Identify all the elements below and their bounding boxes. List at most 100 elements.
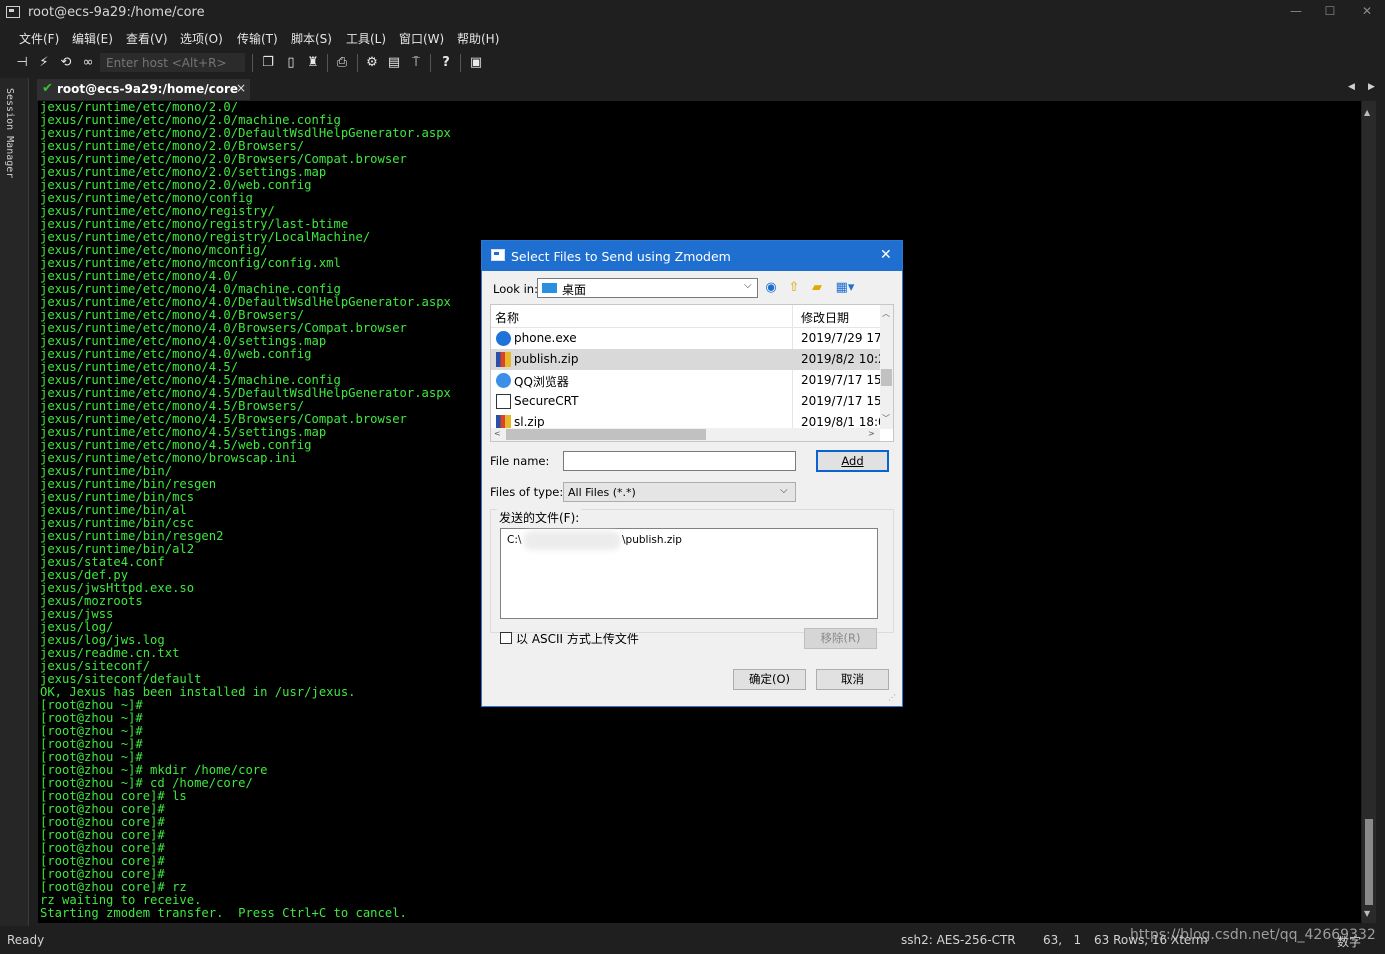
- zmodem-send-dialog: Select Files to Send using Zmodem ✕ Look…: [481, 240, 903, 707]
- file-list[interactable]: 名称 ⌃ 修改日期 phone.exe 2019/7/29 17: publis…: [490, 304, 894, 442]
- keymap-icon[interactable]: ▤: [386, 55, 402, 71]
- link-icon[interactable]: ∞: [80, 55, 96, 71]
- connected-check-icon: ✔: [42, 81, 53, 96]
- file-date: 2019/7/29 17:: [801, 331, 886, 345]
- menu-window[interactable]: 窗口(W): [399, 30, 444, 47]
- file-date: 2019/8/2 10:2: [801, 352, 886, 366]
- tab-label: root@ecs-9a29:/home/core: [57, 82, 239, 96]
- file-type-value: All Files (*.*): [568, 486, 636, 499]
- file-name: phone.exe: [514, 331, 577, 345]
- menu-bar: 文件(F) 编辑(E) 查看(V) 选项(O) 传输(T) 脚本(S) 工具(L…: [0, 26, 1385, 50]
- file-row-phone-exe[interactable]: phone.exe 2019/7/29 17:: [491, 328, 886, 349]
- file-name-input[interactable]: [563, 451, 796, 471]
- title-bar: root@ecs-9a29:/home/core — ☐ ✕: [0, 0, 1385, 26]
- find-icon[interactable]: ♜: [305, 55, 321, 71]
- scroll-up-icon[interactable]: ▲: [1364, 108, 1370, 117]
- toolbar-separator: [327, 54, 328, 72]
- scroll-down-icon[interactable]: ﹀: [882, 413, 890, 424]
- add-button[interactable]: Add: [816, 450, 889, 472]
- chevron-down-icon: ⌵: [780, 485, 788, 496]
- securecrt-icon: [496, 394, 511, 409]
- dialog-title: Select Files to Send using Zmodem: [511, 249, 731, 264]
- tab-scroll-right-icon[interactable]: ▶: [1368, 82, 1375, 92]
- file-date: 2019/7/17 15:: [801, 394, 886, 408]
- scroll-up-icon[interactable]: ︿: [882, 308, 890, 319]
- securecrt-app-icon: [6, 6, 20, 18]
- lightning-icon[interactable]: ⚡: [36, 55, 52, 71]
- desktop-folder-icon: [542, 283, 557, 293]
- send-path-prefix: C:\: [507, 534, 522, 546]
- tab-close-icon[interactable]: ×: [236, 81, 246, 95]
- ok-button[interactable]: 确定(O): [733, 669, 806, 690]
- scrollbar-thumb[interactable]: [1365, 819, 1373, 905]
- file-name: sl.zip: [514, 415, 545, 429]
- file-row-securecrt[interactable]: SecureCRT 2019/7/17 15:: [491, 391, 886, 412]
- file-list-vscrollbar[interactable]: ︿ ﹀: [880, 305, 893, 429]
- file-type-select[interactable]: All Files (*.*) ⌵: [563, 482, 796, 502]
- scrollbar-thumb[interactable]: [881, 369, 892, 386]
- terminal-scrollbar[interactable]: ▲ ▼: [1362, 101, 1376, 923]
- status-ready: Ready: [7, 933, 45, 947]
- remove-button[interactable]: 移除(R): [804, 628, 877, 649]
- reconnect-icon[interactable]: ⟲: [58, 55, 74, 71]
- file-date: 2019/8/1 18:0: [801, 415, 886, 429]
- status-cipher: ssh2: AES-256-CTR: [901, 933, 1016, 947]
- window-title: root@ecs-9a29:/home/core: [28, 5, 205, 20]
- file-row-publish-zip[interactable]: publish.zip 2019/8/2 10:2: [491, 349, 886, 370]
- cancel-button[interactable]: 取消: [816, 669, 889, 690]
- back-icon[interactable]: ◉: [762, 279, 780, 297]
- menu-edit[interactable]: 编辑(E): [72, 30, 113, 47]
- menu-tools[interactable]: 工具(L): [346, 30, 386, 47]
- column-date[interactable]: 修改日期: [801, 309, 849, 326]
- look-in-value: 桌面: [562, 283, 587, 297]
- sftp-icon[interactable]: ⍑: [408, 55, 424, 71]
- session-manager-label: Session Manager: [4, 88, 15, 179]
- close-button[interactable]: ✕: [1357, 4, 1377, 18]
- menu-help[interactable]: 帮助(H): [457, 30, 499, 47]
- ascii-upload-checkbox[interactable]: [500, 632, 512, 644]
- scroll-left-icon[interactable]: <: [494, 429, 501, 438]
- files-to-send-label: 发送的文件(F):: [497, 509, 582, 526]
- ascii-upload-label: 以 ASCII 方式上传文件: [516, 632, 639, 646]
- tab-scroll-left-icon[interactable]: ◀: [1348, 82, 1355, 92]
- print-icon[interactable]: ⎙: [334, 55, 350, 71]
- menu-view[interactable]: 查看(V): [126, 30, 168, 47]
- scroll-right-icon[interactable]: >: [868, 429, 875, 438]
- toolbar-separator: [460, 54, 461, 72]
- settings-icon[interactable]: ⚙: [364, 55, 380, 71]
- menu-transfer[interactable]: 传输(T): [237, 30, 278, 47]
- screen-icon[interactable]: ▣: [468, 55, 484, 71]
- menu-file[interactable]: 文件(F): [19, 30, 59, 47]
- column-name[interactable]: 名称: [495, 309, 519, 326]
- file-list-hscrollbar[interactable]: < >: [491, 428, 880, 441]
- enter-host-input[interactable]: [100, 53, 245, 72]
- status-cursor: 63, 1: [1043, 933, 1082, 947]
- copy-icon[interactable]: ❐: [260, 55, 276, 71]
- new-folder-icon[interactable]: ▰: [808, 279, 826, 297]
- session-manager-panel[interactable]: Session Manager: [0, 78, 29, 926]
- help-icon[interactable]: ?: [438, 55, 454, 71]
- menu-options[interactable]: 选项(O): [180, 30, 223, 47]
- view-menu-icon[interactable]: ▦▾: [832, 279, 858, 297]
- look-in-select[interactable]: 桌面 ⌵: [537, 278, 758, 298]
- dialog-title-bar: Select Files to Send using Zmodem ✕: [482, 241, 902, 271]
- file-row-qq-browser[interactable]: QQ浏览器 2019/7/17 15:: [491, 370, 886, 391]
- tab-session[interactable]: ✔ root@ecs-9a29:/home/core ×: [37, 79, 250, 100]
- files-to-send-list[interactable]: C:\ \publish.zip: [500, 528, 878, 619]
- connect-icon[interactable]: ⊣: [14, 55, 30, 71]
- look-in-label: Look in:: [493, 282, 538, 296]
- menu-script[interactable]: 脚本(S): [291, 30, 332, 47]
- dialog-close-icon[interactable]: ✕: [880, 247, 892, 263]
- minimize-button[interactable]: —: [1286, 4, 1306, 18]
- file-name: SecureCRT: [514, 394, 579, 408]
- scrollbar-thumb[interactable]: [506, 429, 706, 440]
- scroll-down-icon[interactable]: ▼: [1364, 909, 1370, 918]
- send-path-suffix: \publish.zip: [622, 534, 682, 546]
- file-name: publish.zip: [514, 352, 579, 366]
- paste-icon[interactable]: ▯: [283, 55, 299, 71]
- maximize-button[interactable]: ☐: [1320, 4, 1340, 18]
- up-folder-icon[interactable]: ⇧: [785, 279, 803, 297]
- chevron-down-icon: ⌵: [744, 280, 752, 291]
- app-icon: [496, 331, 511, 346]
- resize-grip-icon[interactable]: ⋰: [888, 693, 896, 702]
